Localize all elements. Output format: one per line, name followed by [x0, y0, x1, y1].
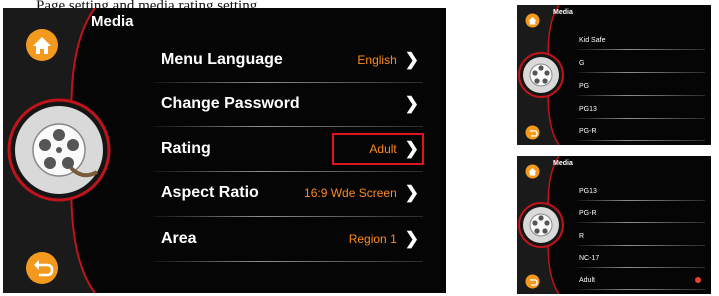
option-label: PG-R: [579, 127, 597, 135]
option-label: PG13: [579, 187, 597, 195]
rating-list-screen-2: Media PG13 PG-R R NC-17 Adult: [517, 156, 711, 294]
selected-dot-icon: [695, 277, 701, 283]
media-settings-screen: Media Menu Language English ❯ Change Pass…: [3, 8, 446, 293]
chevron-right-icon: ❯: [404, 94, 419, 113]
rating-option[interactable]: Kid Safe: [579, 33, 699, 47]
film-reel-icon: [529, 63, 553, 87]
aspect-ratio-row[interactable]: Aspect Ratio 16:9 Wde Screen ❯: [161, 176, 419, 210]
chevron-right-icon: ❯: [404, 183, 419, 202]
chevron-right-icon: ❯: [404, 50, 419, 69]
divider: [577, 245, 705, 246]
change-password-row[interactable]: Change Password ❯: [161, 87, 419, 121]
divider: [153, 261, 423, 262]
back-icon[interactable]: [25, 251, 59, 285]
row-value: English: [357, 53, 397, 67]
home-icon[interactable]: [525, 13, 540, 28]
rating-option[interactable]: PG13: [579, 184, 699, 198]
row-label: Rating: [161, 140, 211, 157]
option-label: PG-R: [579, 209, 597, 217]
divider: [577, 267, 705, 268]
divider: [577, 72, 705, 73]
option-label: PG: [579, 82, 590, 90]
chevron-right-icon: ❯: [404, 229, 419, 248]
screen-title: Media: [553, 9, 573, 16]
back-icon[interactable]: [525, 125, 540, 140]
option-label: Adult: [579, 276, 595, 284]
rating-option[interactable]: NC-17: [579, 251, 699, 265]
rating-list-screen-1: Media Kid Safe G PG PG13 PG-R: [517, 5, 711, 145]
rating-option[interactable]: PG-R: [579, 124, 699, 138]
divider: [577, 222, 705, 223]
rating-option[interactable]: PG-R: [579, 206, 699, 220]
divider: [153, 171, 423, 172]
divider: [153, 126, 423, 127]
menu-language-row[interactable]: Menu Language English ❯: [161, 43, 419, 77]
divider: [577, 95, 705, 96]
divider: [577, 118, 705, 119]
film-reel-icon: [529, 213, 553, 237]
divider: [153, 82, 423, 83]
rating-option[interactable]: PG13: [579, 102, 699, 116]
divider: [577, 289, 705, 290]
rating-option[interactable]: R: [579, 229, 699, 243]
row-label: Area: [161, 230, 197, 247]
divider: [577, 140, 705, 141]
option-label: R: [579, 232, 585, 240]
home-icon[interactable]: [525, 164, 540, 179]
divider: [153, 216, 423, 217]
area-row[interactable]: Area Region 1 ❯: [161, 222, 419, 256]
screen-title: Media: [553, 160, 573, 167]
option-label: Kid Safe: [579, 36, 606, 44]
option-label: G: [579, 59, 585, 67]
row-value: 16:9 Wde Screen: [304, 186, 397, 200]
back-icon[interactable]: [525, 274, 540, 289]
rating-option[interactable]: PG: [579, 79, 699, 93]
option-label: PG13: [579, 105, 597, 113]
row-label: Change Password: [161, 95, 300, 112]
divider: [577, 49, 705, 50]
divider: [577, 200, 705, 201]
row-label: Menu Language: [161, 51, 283, 68]
rating-option-selected[interactable]: Adult: [579, 273, 701, 287]
screen-title: Media: [91, 13, 134, 30]
option-label: NC-17: [579, 254, 600, 262]
row-value: Region 1: [348, 232, 397, 246]
row-label: Aspect Ratio: [161, 184, 259, 201]
rating-highlight-box: [332, 133, 424, 165]
rating-option[interactable]: G: [579, 56, 699, 70]
home-icon[interactable]: [25, 28, 59, 62]
